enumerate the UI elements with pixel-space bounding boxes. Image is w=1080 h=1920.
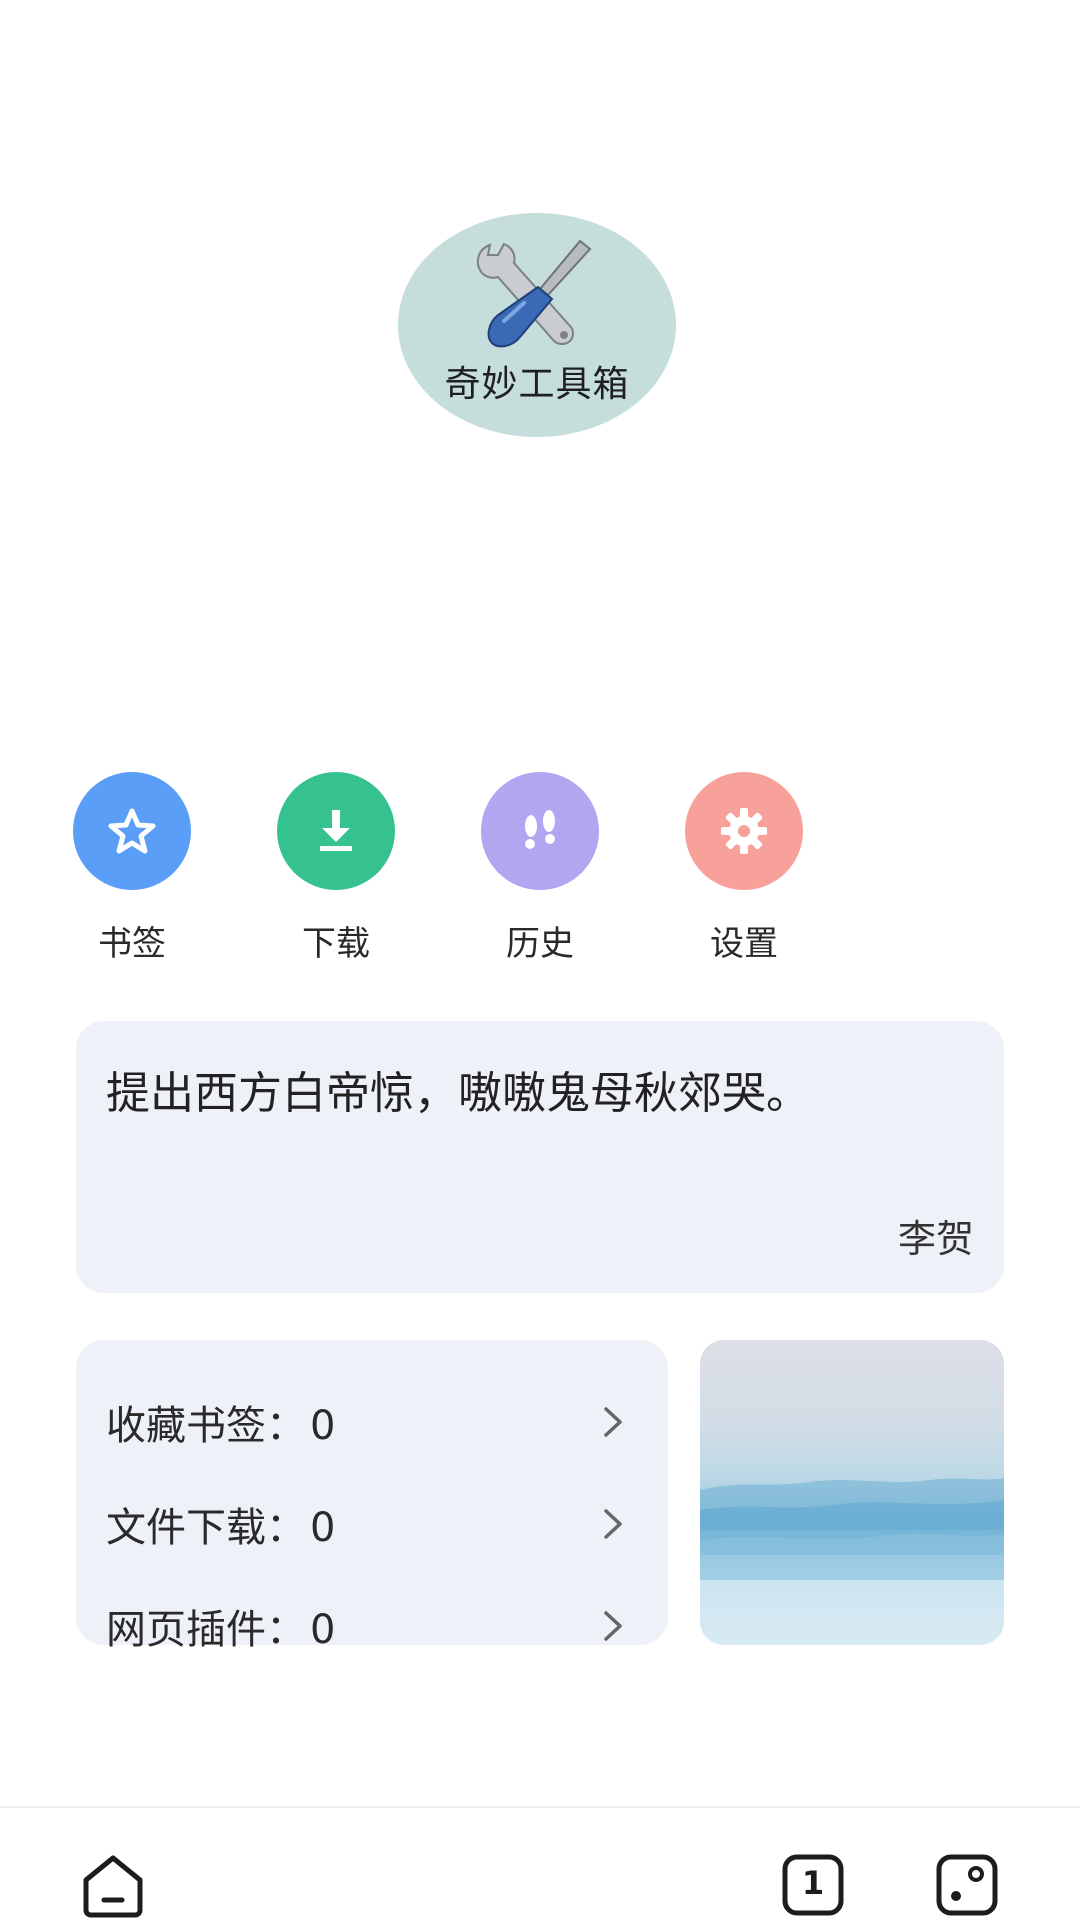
stat-label: 收藏书签： 0 [106, 1393, 335, 1451]
tabs-count: 1 [801, 1864, 825, 1902]
stat-name: 收藏书签： [106, 1403, 306, 1449]
settings-label: 设置 [710, 924, 778, 964]
bottom-navigation: 1 [0, 1806, 1080, 1920]
dice-icon[interactable] [934, 1852, 1000, 1918]
chevron-right-icon [604, 1407, 622, 1437]
home-icon[interactable] [80, 1852, 146, 1918]
bookmarks-label: 书签 [98, 924, 166, 964]
stats-card: 收藏书签： 0 文件下载： 0 网页插件： 0 [76, 1340, 668, 1653]
settings-button[interactable]: 设置 [684, 772, 804, 965]
app-title: 奇妙工具箱 [444, 364, 630, 405]
quote-card[interactable]: 提出西方白帝惊，嗷嗷鬼母秋郊哭。 李贺 [76, 1021, 1004, 1293]
stat-name: 网页插件： [106, 1607, 306, 1653]
stat-value: 0 [310, 1607, 336, 1653]
bookmarks-circle [73, 772, 191, 890]
downloads-label: 下载 [302, 924, 370, 964]
wallpaper-image[interactable] [700, 1340, 1004, 1645]
stat-value: 0 [310, 1403, 336, 1449]
footprints-icon [525, 810, 555, 849]
history-label: 历史 [506, 924, 574, 964]
tools-icon [476, 239, 592, 348]
tabs-button[interactable]: 1 [780, 1852, 846, 1918]
quote-author: 李贺 [897, 1217, 974, 1261]
chevron-right-icon [604, 1611, 622, 1641]
stat-name: 文件下载： [106, 1505, 306, 1551]
quick-actions: 书签 下载 历史 设置 [72, 772, 832, 972]
downloads-button[interactable]: 下载 [276, 772, 396, 965]
gear-icon [721, 808, 767, 854]
mountains-illustration [700, 1478, 1004, 1645]
stat-row-downloads[interactable]: 文件下载： 0 [106, 1494, 624, 1554]
history-circle [481, 772, 599, 890]
star-icon [108, 808, 156, 854]
stat-label: 文件下载： 0 [106, 1495, 335, 1553]
app-logo[interactable]: 奇妙工具箱 [398, 213, 676, 437]
downloads-circle [277, 772, 395, 890]
download-icon [320, 810, 352, 851]
quote-text: 提出西方白帝惊，嗷嗷鬼母秋郊哭。 [106, 1068, 810, 1119]
settings-circle [685, 772, 803, 890]
bookmarks-button[interactable]: 书签 [72, 772, 192, 965]
stat-row-bookmarks[interactable]: 收藏书签： 0 [106, 1392, 624, 1452]
stat-label: 网页插件： 0 [106, 1597, 335, 1655]
chevron-right-icon [604, 1509, 622, 1539]
stat-value: 0 [310, 1505, 336, 1551]
history-button[interactable]: 历史 [480, 772, 600, 965]
stat-row-plugins[interactable]: 网页插件： 0 [106, 1596, 624, 1656]
home-page: 奇妙工具箱 书签 下载 历史 设置 提出西方白帝惊，嗷嗷鬼母秋郊哭。 李贺 收藏… [0, 0, 1080, 1920]
